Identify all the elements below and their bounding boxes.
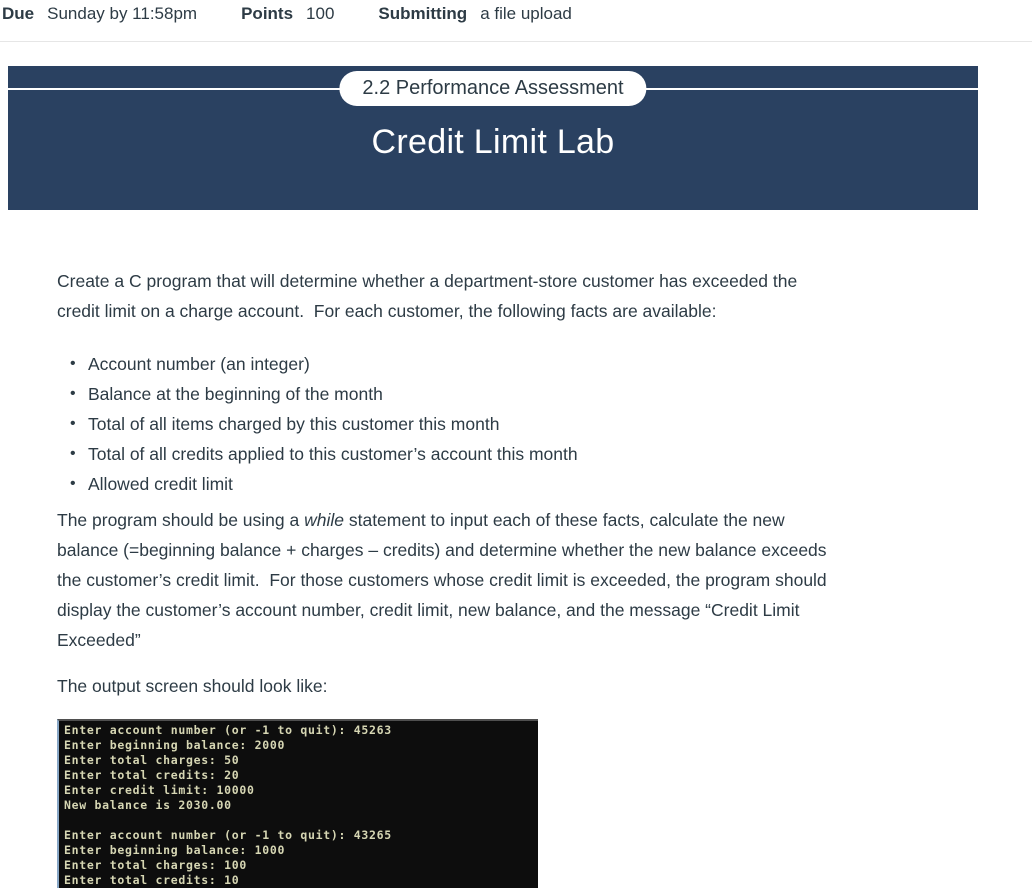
due-detail: Due Sunday by 11:58pm — [2, 4, 197, 24]
console-line: Enter account number (or -1 to quit): 43… — [64, 828, 392, 842]
intro-paragraph: Create a C program that will determine w… — [57, 266, 947, 326]
paragraph-line: display the customer’s account number, c… — [57, 600, 800, 620]
due-label: Due — [2, 4, 35, 23]
paragraph-line: the customer’s credit limit. For those c… — [57, 570, 827, 590]
points-detail: Points 100 — [241, 4, 334, 24]
points-label: Points — [241, 4, 294, 23]
text-segment: statement to input each of these facts, … — [343, 510, 785, 530]
list-item: Allowed credit limit — [57, 469, 947, 499]
console-line: Enter total credits: 10 — [64, 873, 240, 887]
console-line: New balance is 2030.00 — [64, 798, 232, 812]
italic-keyword: while — [304, 510, 344, 530]
submitting-detail: Submitting a file upload — [378, 4, 571, 24]
console-line: Enter beginning balance: 2000 — [64, 738, 286, 752]
console-line: Enter total charges: 100 — [64, 858, 247, 872]
list-item: Total of all credits applied to this cus… — [57, 439, 947, 469]
text-segment: The program should be using a — [57, 510, 305, 530]
assignment-banner: 2.2 Performance Assessment Credit Limit … — [8, 66, 978, 210]
requirements-paragraph: The program should be using a while stat… — [57, 505, 947, 655]
console-line: Enter credit limit: 10000 — [64, 783, 255, 797]
submitting-value: a file upload — [480, 4, 572, 23]
console-line: Enter account number (or -1 to quit): 45… — [64, 723, 392, 737]
assignment-description: Create a C program that will determine w… — [57, 266, 947, 888]
list-item: Account number (an integer) — [57, 349, 947, 379]
console-output-image: Enter account number (or -1 to quit): 45… — [57, 719, 538, 888]
divider — [0, 41, 1032, 42]
output-intro-paragraph: The output screen should look like: — [57, 671, 947, 701]
paragraph-line: credit limit on a charge account. For ea… — [57, 301, 717, 321]
paragraph-line: balance (=beginning balance + charges – … — [57, 540, 827, 560]
console-line: Enter total charges: 50 — [64, 753, 240, 767]
console-line: Enter total credits: 20 — [64, 768, 240, 782]
paragraph-line: Create a C program that will determine w… — [57, 271, 798, 291]
list-item: Total of all items charged by this custo… — [57, 409, 947, 439]
facts-list: Account number (an integer) Balance at t… — [57, 349, 947, 499]
submitting-label: Submitting — [378, 4, 468, 23]
page-title: Credit Limit Lab — [371, 123, 615, 161]
list-item: Balance at the beginning of the month — [57, 379, 947, 409]
console-line: Enter beginning balance: 1000 — [64, 843, 286, 857]
due-value: Sunday by 11:58pm — [47, 4, 198, 23]
paragraph-line: The output screen should look like: — [57, 676, 328, 696]
points-value: 100 — [306, 4, 335, 23]
assignment-details-bar: Due Sunday by 11:58pm Points 100 Submitt… — [0, 0, 1032, 41]
paragraph-line: Exceeded” — [57, 630, 141, 650]
module-badge: 2.2 Performance Assessment — [339, 71, 647, 106]
paragraph-line: The program should be using a while stat… — [57, 505, 947, 535]
